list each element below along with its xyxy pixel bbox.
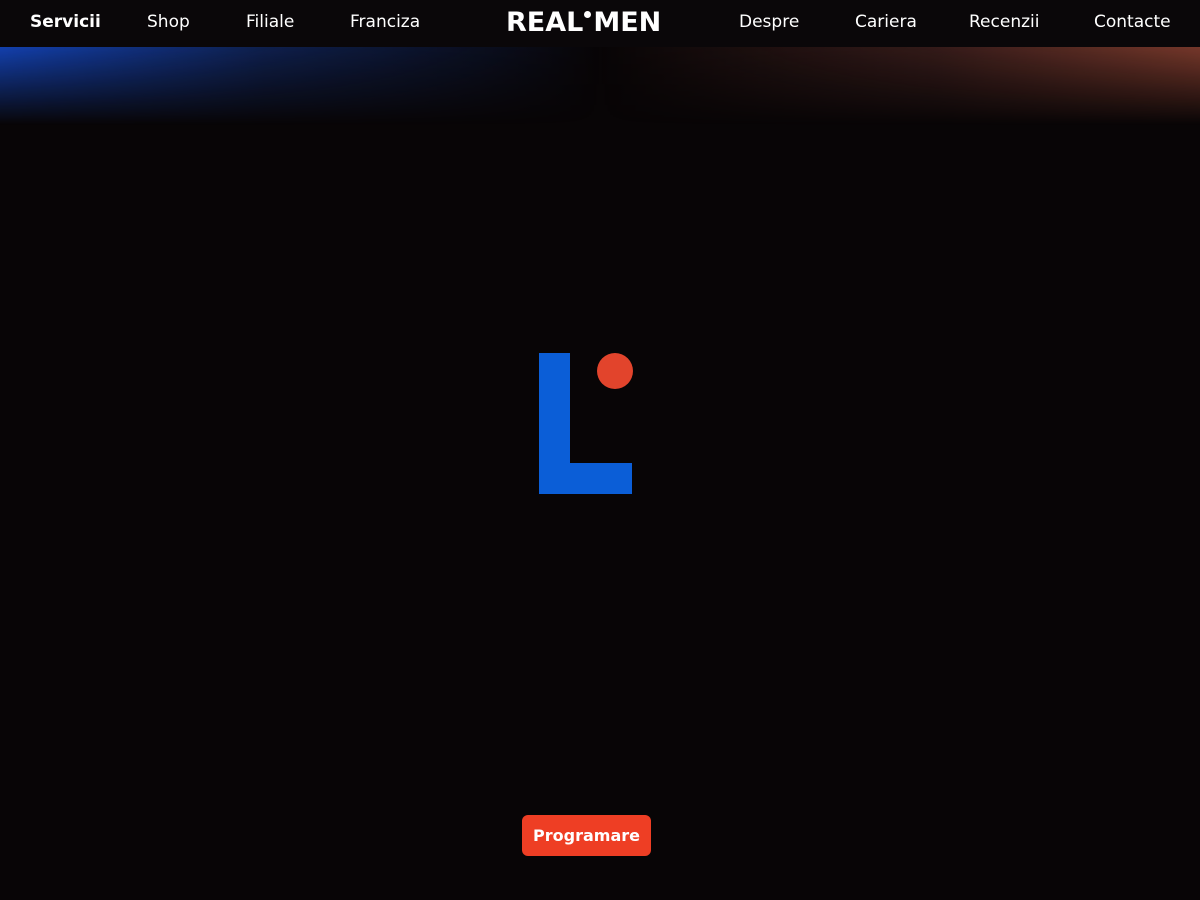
programare-button[interactable]: Programare bbox=[522, 815, 651, 856]
nav-link-recenzii[interactable]: Recenzii bbox=[969, 11, 1039, 33]
nav-link-servicii[interactable]: Servicii bbox=[30, 11, 101, 33]
page: Servicii Shop Filiale Franciza REAL MEN D… bbox=[0, 0, 1200, 900]
brand-logo-part-1: REAL bbox=[506, 7, 584, 38]
nav-link-shop[interactable]: Shop bbox=[147, 11, 190, 33]
nav-link-contacte[interactable]: Contacte bbox=[1094, 11, 1171, 33]
loader-red-dot bbox=[597, 353, 633, 389]
realmen-l-dot-logo-icon bbox=[539, 353, 633, 494]
nav-link-franciza[interactable]: Franciza bbox=[350, 11, 420, 33]
nav-link-despre[interactable]: Despre bbox=[739, 11, 799, 33]
nav-link-cariera[interactable]: Cariera bbox=[855, 11, 917, 33]
brand-logo-part-2: MEN bbox=[593, 7, 662, 38]
brand-logo[interactable]: REAL MEN bbox=[506, 7, 661, 39]
brand-dot-icon bbox=[584, 11, 592, 18]
nav-link-filiale[interactable]: Filiale bbox=[246, 11, 294, 33]
top-navbar: Servicii Shop Filiale Franciza REAL MEN D… bbox=[0, 0, 1200, 47]
